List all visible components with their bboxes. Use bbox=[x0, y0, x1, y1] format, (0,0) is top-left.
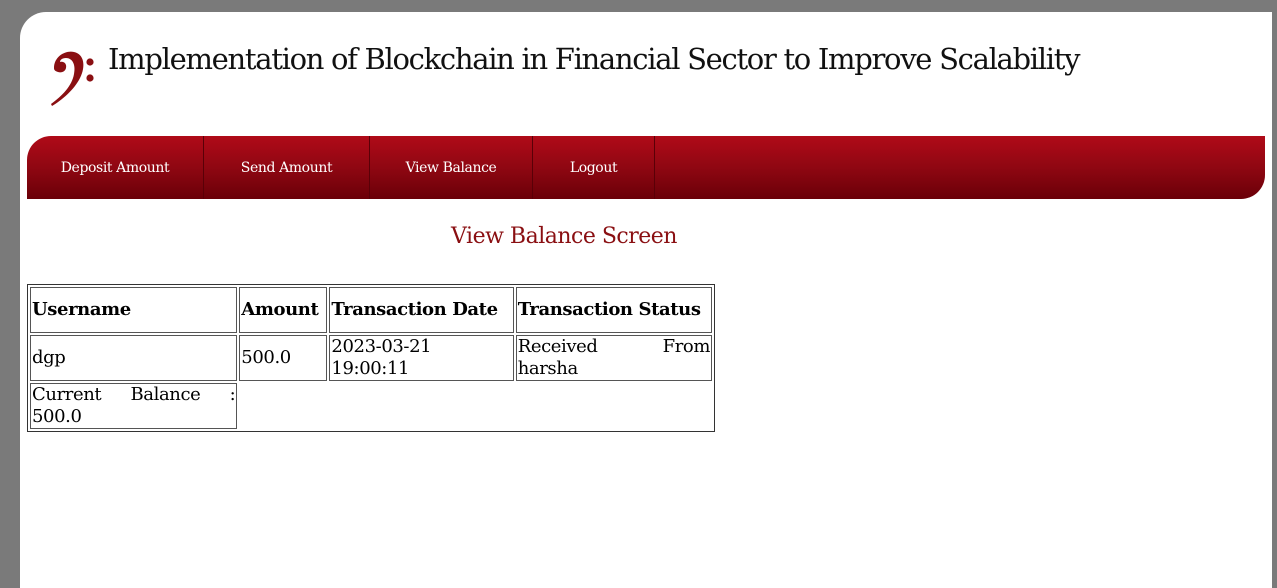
site-title: Implementation of Blockchain in Financia… bbox=[108, 42, 1080, 76]
bass-clef-icon bbox=[51, 51, 94, 106]
page-container: Implementation of Blockchain in Financia… bbox=[20, 12, 1272, 588]
balance-table: Username Amount Transaction Date Transac… bbox=[27, 284, 715, 432]
column-header-amount: Amount bbox=[239, 287, 328, 333]
balance-row: Current Balance : 500.0 bbox=[30, 383, 712, 429]
cell-amount: 500.0 bbox=[239, 335, 328, 381]
table-row: dgp 500.0 2023-03-21 19:00:11 Received F… bbox=[30, 335, 712, 381]
column-header-transaction-status: Transaction Status bbox=[515, 287, 712, 333]
cell-username: dgp bbox=[30, 335, 238, 381]
table-header-row: Username Amount Transaction Date Transac… bbox=[30, 287, 712, 333]
column-header-transaction-date: Transaction Date bbox=[329, 287, 514, 333]
page-heading: View Balance Screen bbox=[451, 224, 677, 249]
cell-transaction-date: 2023-03-21 19:00:11 bbox=[329, 335, 514, 381]
current-balance-cell: Current Balance : 500.0 bbox=[30, 383, 238, 429]
nav-deposit-amount[interactable]: Deposit Amount bbox=[27, 136, 204, 199]
nav-logout[interactable]: Logout bbox=[533, 136, 655, 199]
main-navigation: Deposit Amount Send Amount View Balance … bbox=[27, 136, 1265, 199]
column-header-username: Username bbox=[30, 287, 238, 333]
nav-send-amount[interactable]: Send Amount bbox=[204, 136, 370, 199]
cell-transaction-status: Received From harsha bbox=[515, 335, 712, 381]
nav-view-balance[interactable]: View Balance bbox=[370, 136, 533, 199]
